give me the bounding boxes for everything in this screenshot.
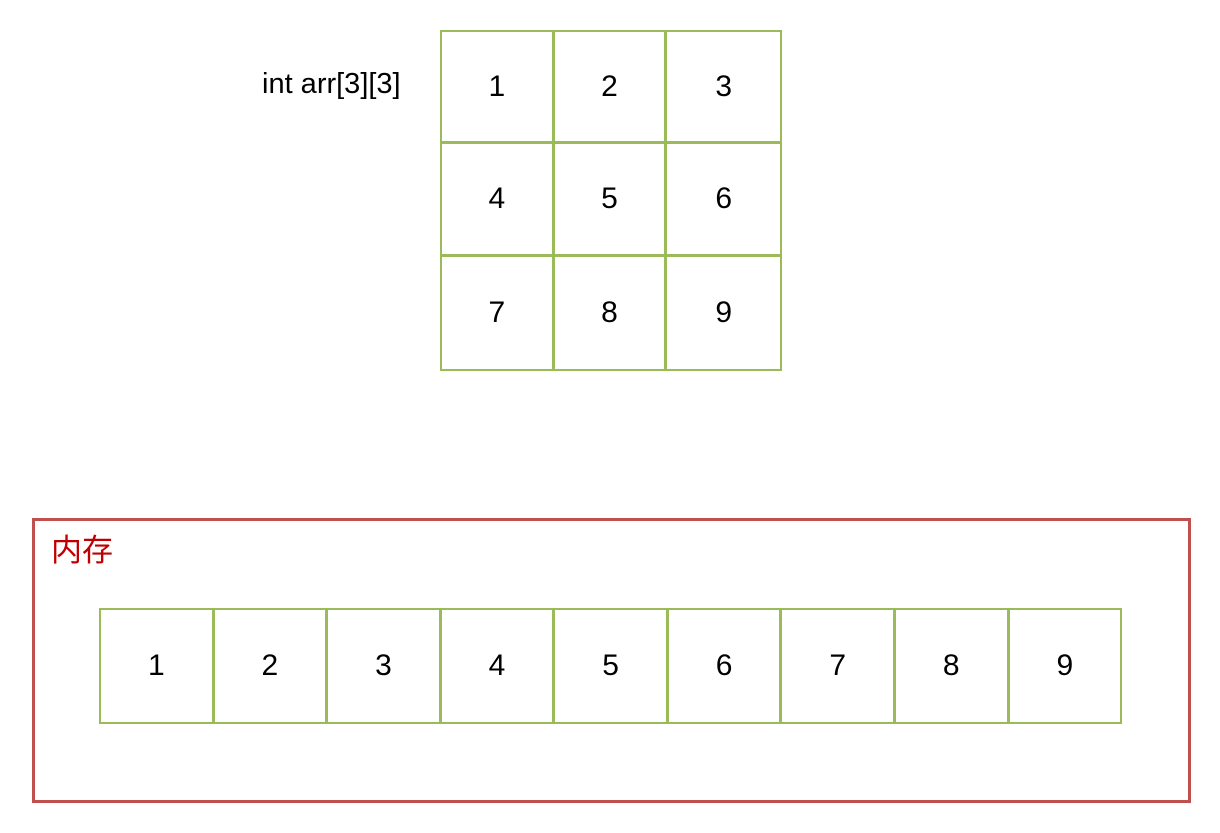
grid-cell: 7 [442, 256, 555, 369]
grid-cell: 2 [554, 32, 668, 145]
memory-cell: 7 [782, 610, 896, 722]
memory-row: 1 2 3 4 5 6 7 8 9 [99, 608, 1122, 724]
grid-cell: 9 [715, 295, 732, 329]
grid-cell: 6 [667, 144, 780, 257]
memory-label: 内存 [51, 533, 113, 569]
memory-cell: 8 [896, 610, 1010, 722]
array-grid-3x3: 1 2 3 4 5 6 7 8 9 [440, 30, 782, 371]
grid-cell: 4 [442, 144, 555, 257]
memory-cell: 4 [442, 610, 556, 722]
memory-cell: 2 [215, 610, 329, 722]
memory-cell: 5 [555, 610, 669, 722]
grid-cell: 8 [555, 256, 668, 369]
memory-cell: 3 [328, 610, 442, 722]
grid-cell: 3 [667, 32, 780, 145]
array-declaration-label: int arr[3][3] [262, 68, 401, 100]
memory-cell: 6 [669, 610, 783, 722]
memory-cell: 9 [1056, 649, 1074, 682]
memory-container: 内存 1 2 3 4 5 6 7 8 9 [32, 518, 1191, 803]
grid-cell: 5 [554, 144, 668, 257]
grid-cell: 1 [442, 32, 555, 145]
memory-cell: 1 [101, 610, 215, 722]
